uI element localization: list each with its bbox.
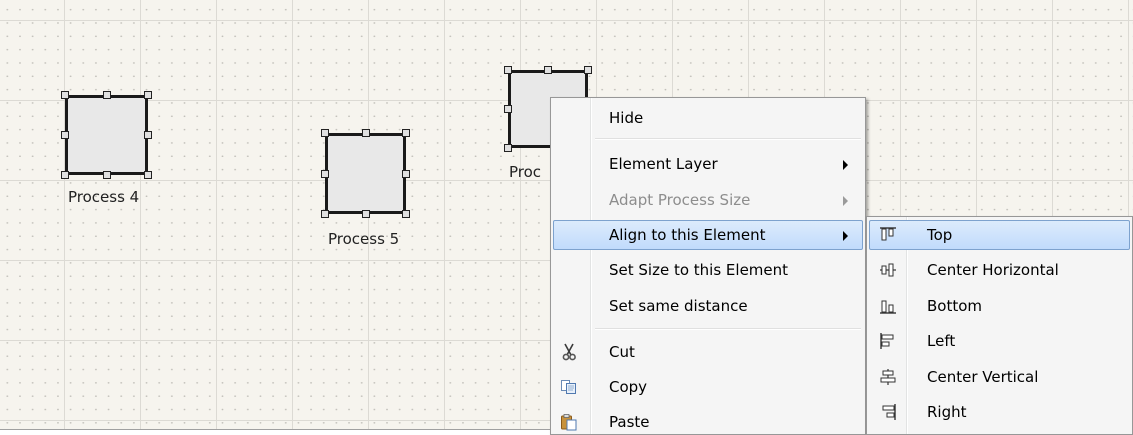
resize-handle[interactable] xyxy=(321,210,329,218)
resize-handle[interactable] xyxy=(402,129,410,137)
resize-handle[interactable] xyxy=(103,171,111,179)
resize-handle[interactable] xyxy=(504,66,512,74)
submenu-arrow-icon xyxy=(843,196,848,206)
align-center-vertical-icon xyxy=(880,369,896,385)
paste-icon xyxy=(561,414,577,431)
submenu-item-bottom[interactable]: Bottom xyxy=(869,291,1130,321)
resize-handle[interactable] xyxy=(504,144,512,152)
align-bottom-icon xyxy=(880,300,896,314)
resize-handle[interactable] xyxy=(504,105,512,113)
menu-item-label: Align to this Element xyxy=(609,226,766,244)
submenu-item-label: Center Horizontal xyxy=(927,261,1059,279)
submenu-item-center-vertical[interactable]: Center Vertical xyxy=(869,362,1130,392)
resize-handle[interactable] xyxy=(321,129,329,137)
resize-handle[interactable] xyxy=(544,66,552,74)
menu-item-label: Set same distance xyxy=(609,297,748,315)
process-node[interactable] xyxy=(61,91,152,179)
menu-item-label: Set Size to this Element xyxy=(609,261,789,279)
menu-item-cut[interactable]: Cut xyxy=(553,337,863,367)
resize-handle[interactable] xyxy=(61,171,69,179)
submenu-item-left[interactable]: Left xyxy=(869,326,1130,356)
resize-handle[interactable] xyxy=(144,171,152,179)
menu-item-adapt-process-size[interactable]: Adapt Process Size xyxy=(553,185,863,215)
submenu-item-label: Right xyxy=(927,403,967,421)
menu-item-align-to-this-element[interactable]: Align to this Element xyxy=(553,220,863,250)
resize-handle[interactable] xyxy=(61,91,69,99)
menu-item-label: Adapt Process Size xyxy=(609,191,751,209)
resize-handle[interactable] xyxy=(144,131,152,139)
align-center-horizontal-icon xyxy=(880,263,896,277)
submenu-item-label: Top xyxy=(927,226,953,244)
align-right-icon xyxy=(882,404,896,420)
menu-item-set-same-distance[interactable]: Set same distance xyxy=(553,291,863,321)
submenu-item-label: Center Vertical xyxy=(927,368,1039,386)
menu-item-element-layer[interactable]: Element Layer xyxy=(553,149,863,179)
menu-item-copy[interactable]: Copy xyxy=(553,372,863,402)
menu-item-label: Element Layer xyxy=(609,155,718,173)
process-node[interactable] xyxy=(321,129,410,218)
submenu-item-center-horizontal[interactable]: Center Horizontal xyxy=(869,255,1130,285)
align-top-icon xyxy=(880,227,896,241)
align-left-icon xyxy=(880,333,894,349)
menu-item-label: Hide xyxy=(609,109,644,127)
resize-handle[interactable] xyxy=(584,66,592,74)
context-menu: Hide Element Layer Adapt Process Size Al… xyxy=(550,97,866,435)
submenu-item-right[interactable]: Right xyxy=(869,397,1130,427)
menu-item-hide[interactable]: Hide xyxy=(553,103,863,133)
process-shape[interactable] xyxy=(325,133,406,214)
resize-handle[interactable] xyxy=(362,210,370,218)
submenu-item-label: Bottom xyxy=(927,297,983,315)
resize-handle[interactable] xyxy=(402,210,410,218)
menu-item-label: Copy xyxy=(609,378,648,396)
process-shape[interactable] xyxy=(65,95,148,175)
process-label: Proc xyxy=(509,163,542,181)
resize-handle[interactable] xyxy=(103,91,111,99)
menu-item-label: Cut xyxy=(609,343,635,361)
resize-handle[interactable] xyxy=(362,129,370,137)
resize-handle[interactable] xyxy=(402,170,410,178)
menu-item-set-size-to-this-element[interactable]: Set Size to this Element xyxy=(553,255,863,285)
align-submenu: Top Center Horizontal Bottom Left Center… xyxy=(866,216,1133,435)
submenu-arrow-icon xyxy=(843,160,848,170)
resize-handle[interactable] xyxy=(321,170,329,178)
menu-item-label: Paste xyxy=(609,413,650,431)
scissors-icon xyxy=(562,343,576,361)
process-label: Process 5 xyxy=(328,230,400,248)
resize-handle[interactable] xyxy=(61,131,69,139)
submenu-item-top[interactable]: Top xyxy=(869,220,1130,250)
resize-handle[interactable] xyxy=(144,91,152,99)
submenu-arrow-icon xyxy=(843,231,848,241)
menu-separator xyxy=(595,328,861,329)
process-label: Process 4 xyxy=(68,188,140,206)
submenu-item-label: Left xyxy=(927,332,956,350)
menu-separator xyxy=(595,138,861,139)
menu-item-paste[interactable]: Paste xyxy=(553,407,863,435)
copy-icon xyxy=(561,380,576,394)
